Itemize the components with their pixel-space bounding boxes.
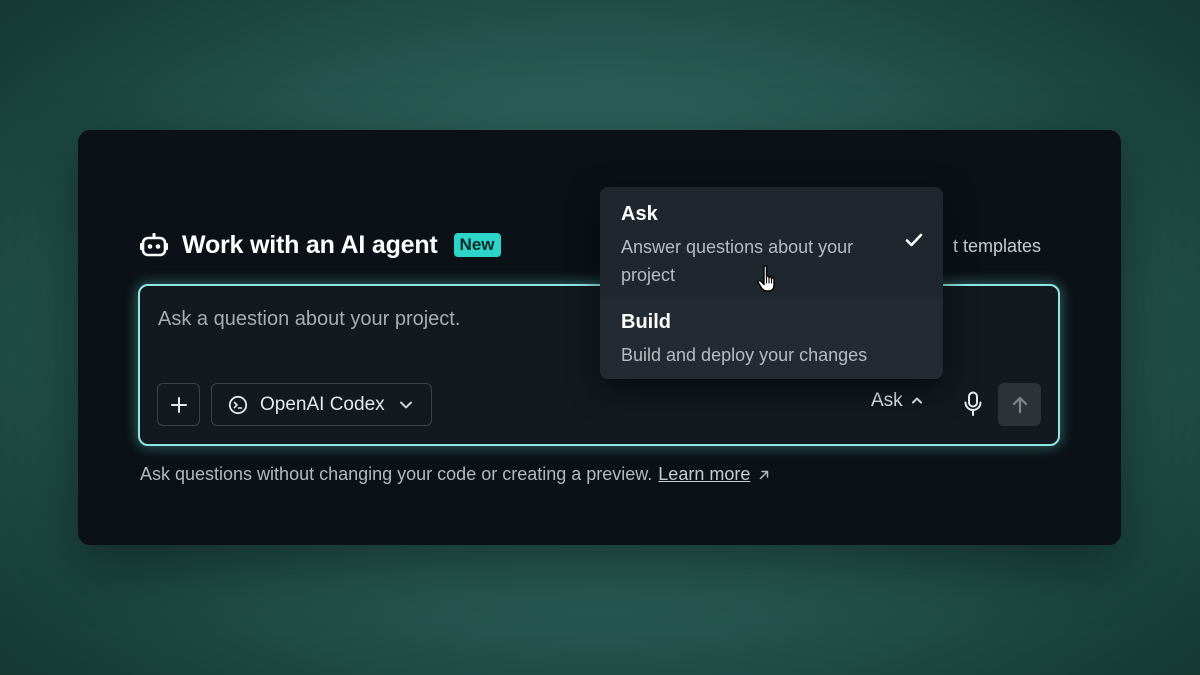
model-label: OpenAI Codex	[260, 393, 385, 415]
mode-option-description: Build and deploy your changes	[621, 345, 868, 365]
mode-selector[interactable]: Ask	[871, 390, 923, 412]
plus-icon	[170, 396, 187, 413]
mode-option-build[interactable]: Build Build and deploy your changes	[600, 297, 943, 379]
external-link-icon	[758, 469, 770, 481]
microphone-button[interactable]	[958, 386, 988, 422]
mode-label: Ask	[871, 390, 903, 411]
arrow-up-icon	[1012, 396, 1027, 413]
add-button[interactable]	[157, 383, 200, 426]
help-text: Ask questions without changing your code…	[140, 464, 770, 485]
send-button[interactable]	[998, 383, 1041, 426]
pointer-cursor-icon	[756, 264, 782, 299]
terminal-icon	[228, 395, 248, 414]
chevron-down-icon	[399, 400, 413, 410]
new-badge: New	[453, 233, 501, 257]
chevron-up-icon	[911, 392, 923, 410]
check-icon	[905, 233, 923, 252]
learn-more-link[interactable]: Learn more	[658, 464, 750, 485]
mode-option-title: Build	[621, 311, 671, 333]
robot-icon	[140, 230, 170, 260]
help-text-body: Ask questions without changing your code…	[140, 464, 653, 484]
templates-link[interactable]: t templates	[953, 236, 1041, 257]
mode-option-description: Answer questions about your project	[621, 237, 854, 285]
microphone-icon	[964, 391, 982, 416]
page-title: Work with an AI agent	[182, 230, 438, 259]
mode-option-title: Ask	[621, 203, 658, 225]
model-selector[interactable]: OpenAI Codex	[211, 383, 432, 426]
card-header: Work with an AI agent New	[140, 230, 501, 260]
